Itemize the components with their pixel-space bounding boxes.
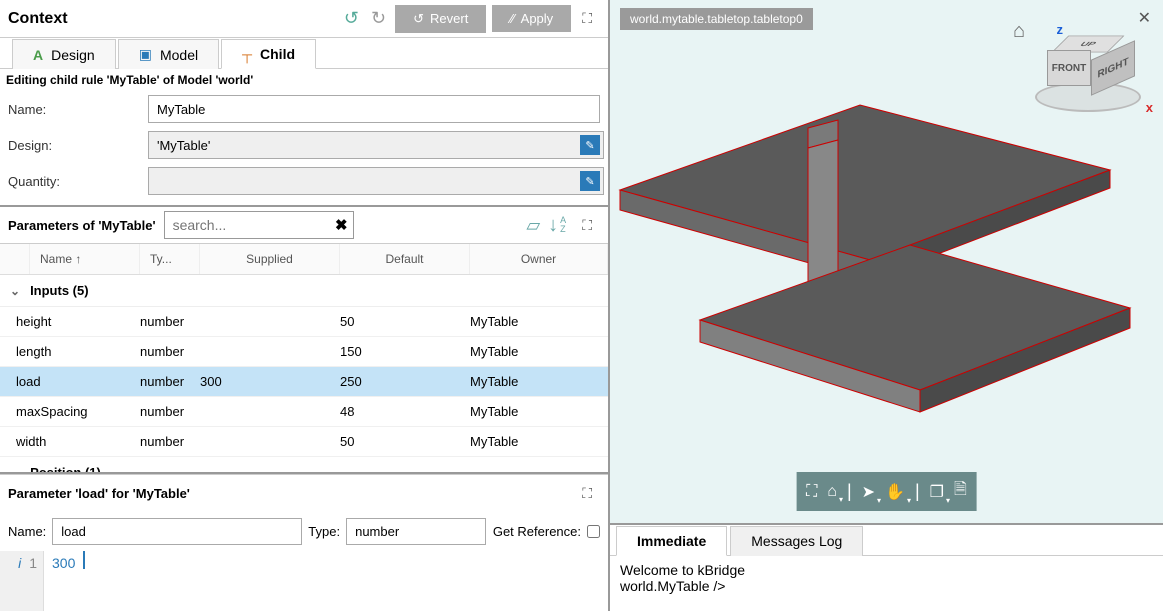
view-toolbar: ⛶ ⌂▾ | ➤▾ ✋▾ | ❐▾ 🗎 [796, 472, 977, 511]
quantity-field[interactable] [148, 167, 604, 195]
col-default[interactable]: Default [340, 244, 470, 274]
fit-view-icon[interactable]: ⛶ [806, 483, 817, 501]
document-icon[interactable]: 🗎 [954, 478, 967, 505]
name-label: Name: [8, 102, 148, 117]
expand-editor-icon[interactable]: ⛶ [574, 481, 600, 506]
tab-design[interactable]: ADesign [12, 39, 116, 69]
edit-design-icon[interactable]: ✎ [580, 135, 600, 155]
table-row[interactable]: heightnumber50MyTable [0, 307, 608, 337]
context-description: Editing child rule 'MyTable' of Model 'w… [0, 69, 608, 91]
cursor-icon[interactable]: ➤▾ [862, 482, 875, 502]
line-number: 1 [29, 555, 37, 571]
model-icon: ▣ [139, 46, 152, 63]
table-row[interactable]: loadnumber300250MyTable [0, 367, 608, 397]
param-editor-title: Parameter 'load' for 'MyTable' [8, 486, 574, 501]
home-view-icon[interactable]: ⌂▾ [827, 483, 837, 501]
clear-search-icon[interactable]: ✖ [335, 216, 348, 234]
child-icon: ┬ [242, 46, 252, 62]
tab-child[interactable]: ┬Child [221, 39, 316, 69]
tab-immediate[interactable]: Immediate [616, 526, 727, 556]
chevron-down-icon: ⌄ [10, 466, 20, 475]
param-type-field[interactable] [346, 518, 486, 545]
home-icon[interactable]: ⌂ [1013, 20, 1025, 43]
table-row[interactable]: lengthnumber150MyTable [0, 337, 608, 367]
param-name-label: Name: [8, 524, 46, 539]
table-row[interactable]: widthnumber50MyTable [0, 427, 608, 457]
table-row[interactable]: maxSpacingnumber48MyTable [0, 397, 608, 427]
info-icon: i [18, 555, 21, 571]
param-type-label: Type: [308, 524, 340, 539]
group-inputs[interactable]: ⌄Inputs (5) [0, 275, 608, 307]
col-name[interactable]: Name ↑ [30, 244, 140, 274]
sort-az-button[interactable]: ↓AZ [548, 214, 566, 237]
col-type[interactable]: Ty... [140, 244, 200, 274]
revert-button[interactable]: ↺Revert [395, 5, 486, 33]
search-input[interactable] [164, 211, 354, 239]
console-output[interactable]: Welcome to kBridge world.MyTable /> [610, 556, 1163, 600]
quantity-label: Quantity: [8, 174, 148, 189]
undo-icon[interactable]: ↺ [338, 4, 365, 33]
eraser-icon[interactable]: ▱ [526, 215, 540, 236]
edit-quantity-icon[interactable]: ✎ [580, 171, 600, 191]
code-editor[interactable]: i1 300 [0, 551, 608, 611]
model-render [610, 60, 1163, 430]
get-reference-label: Get Reference: [493, 524, 581, 539]
col-owner[interactable]: Owner [470, 244, 608, 274]
pan-icon[interactable]: ✋▾ [885, 482, 905, 502]
console-line: Welcome to kBridge [620, 562, 1153, 578]
design-icon: A [33, 47, 43, 63]
tab-messages-log[interactable]: Messages Log [730, 526, 863, 556]
context-tabs: ADesign ▣Model ┬Child [0, 38, 608, 69]
get-reference-checkbox[interactable] [587, 525, 600, 538]
expand-params-icon[interactable]: ⛶ [574, 213, 600, 238]
close-icon[interactable]: ✕ [1138, 8, 1151, 28]
chevron-down-icon: ⌄ [10, 284, 20, 298]
parameters-title: Parameters of 'MyTable' [8, 218, 156, 233]
box-view-icon[interactable]: ❐▾ [930, 482, 944, 502]
apply-button[interactable]: ⁄⁄Apply [492, 5, 571, 32]
parameters-table: Name ↑ Ty... Supplied Default Owner ⌄Inp… [0, 244, 608, 474]
revert-icon: ↺ [413, 11, 424, 27]
breadcrumb[interactable]: world.mytable.tabletop.tabletop0 [620, 8, 813, 30]
expand-icon[interactable]: ⛶ [574, 6, 600, 31]
design-field[interactable] [148, 131, 604, 159]
col-supplied[interactable]: Supplied [200, 244, 340, 274]
viewport-3d[interactable]: world.mytable.tabletop.tabletop0 ✕ ⌂ z U… [610, 0, 1163, 523]
context-title: Context [8, 10, 338, 28]
apply-icon: ⁄⁄ [510, 11, 514, 26]
console-prompt: world.MyTable /> [620, 578, 1153, 594]
name-field[interactable] [148, 95, 600, 123]
group-position[interactable]: ⌄Position (1) [0, 457, 608, 474]
tab-model[interactable]: ▣Model [118, 39, 219, 69]
code-content[interactable]: 300 [44, 551, 85, 569]
design-label: Design: [8, 138, 148, 153]
param-name-field[interactable] [52, 518, 302, 545]
redo-icon[interactable]: ↻ [365, 4, 392, 33]
